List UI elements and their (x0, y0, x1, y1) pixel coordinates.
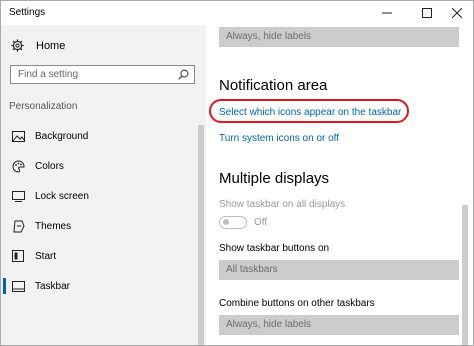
sidebar-item-label: Background (35, 130, 89, 142)
show-taskbar-toggle[interactable] (219, 216, 247, 229)
show-buttons-label: Show taskbar buttons on (219, 243, 330, 254)
selected-indicator (3, 278, 6, 294)
notification-area-heading: Notification area (219, 77, 328, 94)
search-input[interactable]: Find a setting (10, 65, 195, 84)
settings-window: Settings Home Find a setting Personaliza… (0, 0, 474, 346)
sidebar-item-taskbar[interactable]: Taskbar (1, 272, 197, 300)
sidebar-item-colors[interactable]: Colors (1, 152, 197, 180)
sidebar-item-label: Start (35, 250, 57, 262)
gear-icon (11, 39, 24, 52)
minimize-button[interactable] (371, 1, 403, 25)
combine-dropdown[interactable]: Always, hide labels (219, 315, 459, 335)
select-icons-link[interactable]: Select which icons appear on the taskbar (219, 107, 401, 118)
sidebar-item-start[interactable]: Start (1, 242, 197, 270)
window-title: Settings (9, 7, 46, 18)
maximize-icon (422, 8, 432, 18)
show-buttons-dropdown[interactable]: All taskbars (219, 260, 459, 280)
system-icons-link[interactable]: Turn system icons on or off (219, 133, 339, 144)
sidebar-item-lock-screen[interactable]: Lock screen (1, 182, 197, 210)
sidebar-item-background[interactable]: Background (1, 122, 197, 150)
home-label: Home (36, 39, 66, 52)
toggle-state: Off (254, 217, 268, 228)
sidebar-item-label: Themes (35, 220, 72, 232)
close-button[interactable] (441, 1, 473, 25)
themes-icon (11, 219, 25, 233)
sidebar-item-label: Colors (35, 160, 64, 172)
show-taskbar-all-label: Show taskbar on all displays (219, 199, 346, 210)
combine-label: Combine buttons on other taskbars (219, 298, 375, 309)
home-nav-item[interactable]: Home (11, 39, 65, 52)
section-label: Personalization (9, 101, 78, 112)
image-icon (11, 129, 25, 143)
content-pane: Always, hide labels Notification area Se… (206, 25, 473, 345)
sidebar-scrollbar[interactable] (198, 25, 204, 345)
taskbar-icon (11, 279, 25, 293)
sidebar-item-themes[interactable]: Themes (1, 212, 197, 240)
content-scrollbar-thumb[interactable] (462, 205, 468, 345)
multiple-displays-heading: Multiple displays (219, 170, 330, 187)
close-icon (452, 8, 462, 18)
sidebar-item-label: Lock screen (35, 190, 89, 202)
toggle-knob (223, 219, 229, 225)
show-buttons-value: All taskbars (226, 264, 278, 275)
search-icon (178, 69, 189, 80)
combine-value: Always, hide labels (226, 319, 312, 330)
lock-screen-icon (11, 189, 25, 203)
minimize-icon (382, 12, 392, 14)
palette-icon (11, 159, 25, 173)
top-dropdown-value: Always, hide labels (226, 31, 312, 42)
start-icon (11, 249, 25, 263)
maximize-button[interactable] (411, 1, 443, 25)
title-bar: Settings (1, 1, 473, 25)
sidebar: Home Find a setting Personalization Back… (1, 25, 206, 345)
sidebar-item-label: Taskbar (35, 280, 71, 292)
sidebar-scrollbar-thumb[interactable] (198, 125, 204, 345)
top-dropdown[interactable]: Always, hide labels (219, 27, 459, 47)
search-placeholder: Find a setting (18, 69, 79, 80)
